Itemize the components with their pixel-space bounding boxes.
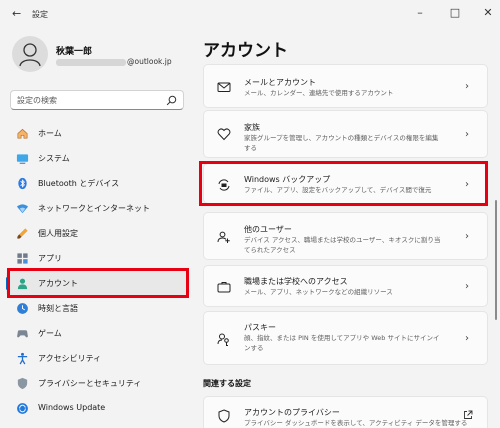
shield-icon — [17, 377, 28, 390]
sidebar-item-personalization[interactable]: 個人用設定 — [6, 221, 190, 246]
avatar — [12, 36, 48, 72]
chevron-right-icon: › — [465, 81, 469, 92]
card-description: メール、カレンダー、連絡先で使用するアカウント — [244, 89, 394, 97]
sidebar-item-label: Bluetooth とデバイス — [38, 179, 120, 188]
card-title: 他のユーザー — [244, 225, 292, 234]
card-description: プライバシー ダッシュボードを表示して、アクティビティ データを管理する — [244, 419, 468, 427]
sidebar-item-label: ネットワークとインターネット — [38, 204, 150, 213]
passkey-icon — [217, 333, 229, 346]
card-account-privacy[interactable]: アカウントのプライバシー プライバシー ダッシュボードを表示して、アクティビティ… — [203, 396, 488, 428]
card-title: パスキー — [244, 323, 276, 332]
bluetooth-icon — [18, 177, 27, 190]
card-passkeys[interactable]: パスキー 顔、指紋、または PIN を使用してアプリや Web サイトにサインイ… — [203, 311, 488, 365]
chevron-right-icon: › — [465, 231, 469, 242]
related-settings-heading: 関連する設定 — [203, 379, 251, 388]
card-email-accounts[interactable]: メールとアカウント メール、カレンダー、連絡先で使用するアカウント › — [203, 64, 488, 108]
chevron-right-icon: › — [465, 333, 469, 344]
sidebar-item-label: システム — [38, 154, 70, 163]
settings-search-box[interactable] — [10, 90, 184, 110]
card-description: メール、アプリ、ネットワークなどの組織リソース — [244, 288, 393, 296]
search-icon[interactable] — [166, 95, 177, 106]
card-description: 家族グループを管理し、アカウントの種類とデバイスの権限を編集する — [244, 134, 439, 152]
close-icon[interactable]: ✕ — [478, 5, 498, 21]
search-input[interactable] — [17, 94, 167, 107]
sidebar-item-label: アプリ — [38, 254, 62, 263]
mail-icon — [217, 82, 231, 92]
system-icon — [16, 154, 29, 164]
sidebar-item-network[interactable]: ネットワークとインターネット — [6, 196, 190, 221]
card-title: アカウントのプライバシー — [244, 408, 340, 417]
highlight-box-windows-backup — [199, 161, 488, 206]
sidebar-item-privacy-security[interactable]: プライバシーとセキュリティ — [6, 371, 190, 396]
other-users-icon — [217, 231, 230, 243]
sidebar-item-label: プライバシーとセキュリティ — [38, 379, 142, 388]
accessibility-icon — [17, 352, 28, 365]
privacy-shield-icon — [218, 409, 230, 423]
sidebar-item-accessibility[interactable]: アクセシビリティ — [6, 346, 190, 371]
sidebar-item-label: 時刻と言語 — [38, 304, 78, 313]
title-bar: ← 設定 – □ ✕ — [0, 0, 500, 28]
sidebar-item-label: アクセシビリティ — [38, 354, 102, 363]
sidebar-item-system[interactable]: システム — [6, 146, 190, 171]
sidebar-item-label: ゲーム — [38, 329, 62, 338]
user-name: 秋葉一郎 — [56, 47, 93, 57]
maximize-icon[interactable]: □ — [445, 5, 465, 21]
time-language-icon — [17, 303, 28, 314]
apps-icon — [17, 253, 28, 264]
page-title: アカウント — [203, 41, 288, 61]
sidebar-item-label: 個人用設定 — [38, 229, 78, 238]
card-description: 顔、指紋、または PIN を使用してアプリや Web サイトにサインインする — [244, 334, 440, 352]
user-profile: 秋葉一郎 @outlook.jp — [12, 36, 182, 74]
gaming-icon — [17, 330, 28, 338]
network-icon — [16, 204, 29, 214]
briefcase-icon — [217, 282, 231, 293]
minimize-icon[interactable]: – — [410, 5, 430, 21]
sidebar-item-home[interactable]: ホーム — [6, 121, 190, 146]
sidebar-item-time-language[interactable]: 時刻と言語 — [6, 296, 190, 321]
card-other-users[interactable]: 他のユーザー デバイス アクセス、職場または学校のユーザー、キオスクに割り当てら… — [203, 212, 488, 260]
card-title: 職場または学校へのアクセス — [244, 277, 348, 286]
chevron-right-icon: › — [465, 281, 469, 292]
back-arrow-icon[interactable]: ← — [12, 8, 24, 20]
highlight-box-accounts — [7, 268, 189, 298]
sidebar-item-windows-update[interactable]: Windows Update — [6, 396, 190, 421]
card-access-work-school[interactable]: 職場または学校へのアクセス メール、アプリ、ネットワークなどの組織リソース › — [203, 265, 488, 307]
family-icon — [217, 128, 231, 141]
chevron-right-icon: › — [465, 129, 469, 140]
window-title: 設定 — [32, 10, 48, 19]
card-title: メールとアカウント — [244, 78, 316, 87]
sidebar-item-label: ホーム — [38, 129, 62, 138]
redacted-email-prefix — [56, 58, 126, 66]
user-email: @outlook.jp — [56, 57, 172, 66]
card-title: 家族 — [244, 123, 260, 132]
sidebar-item-gaming[interactable]: ゲーム — [6, 321, 190, 346]
card-family[interactable]: 家族 家族グループを管理し、アカウントの種類とデバイスの権限を編集する › — [203, 110, 488, 158]
sidebar-item-label: Windows Update — [38, 403, 106, 412]
windows-update-icon — [17, 403, 28, 414]
brush-icon — [17, 228, 28, 239]
scrollbar[interactable] — [495, 200, 497, 320]
home-icon — [17, 128, 28, 139]
card-description: デバイス アクセス、職場または学校のユーザー、キオスクに割り当てられたアクセス — [244, 236, 441, 254]
external-link-icon[interactable] — [463, 410, 473, 420]
sidebar-item-bluetooth[interactable]: Bluetooth とデバイス — [6, 171, 190, 196]
